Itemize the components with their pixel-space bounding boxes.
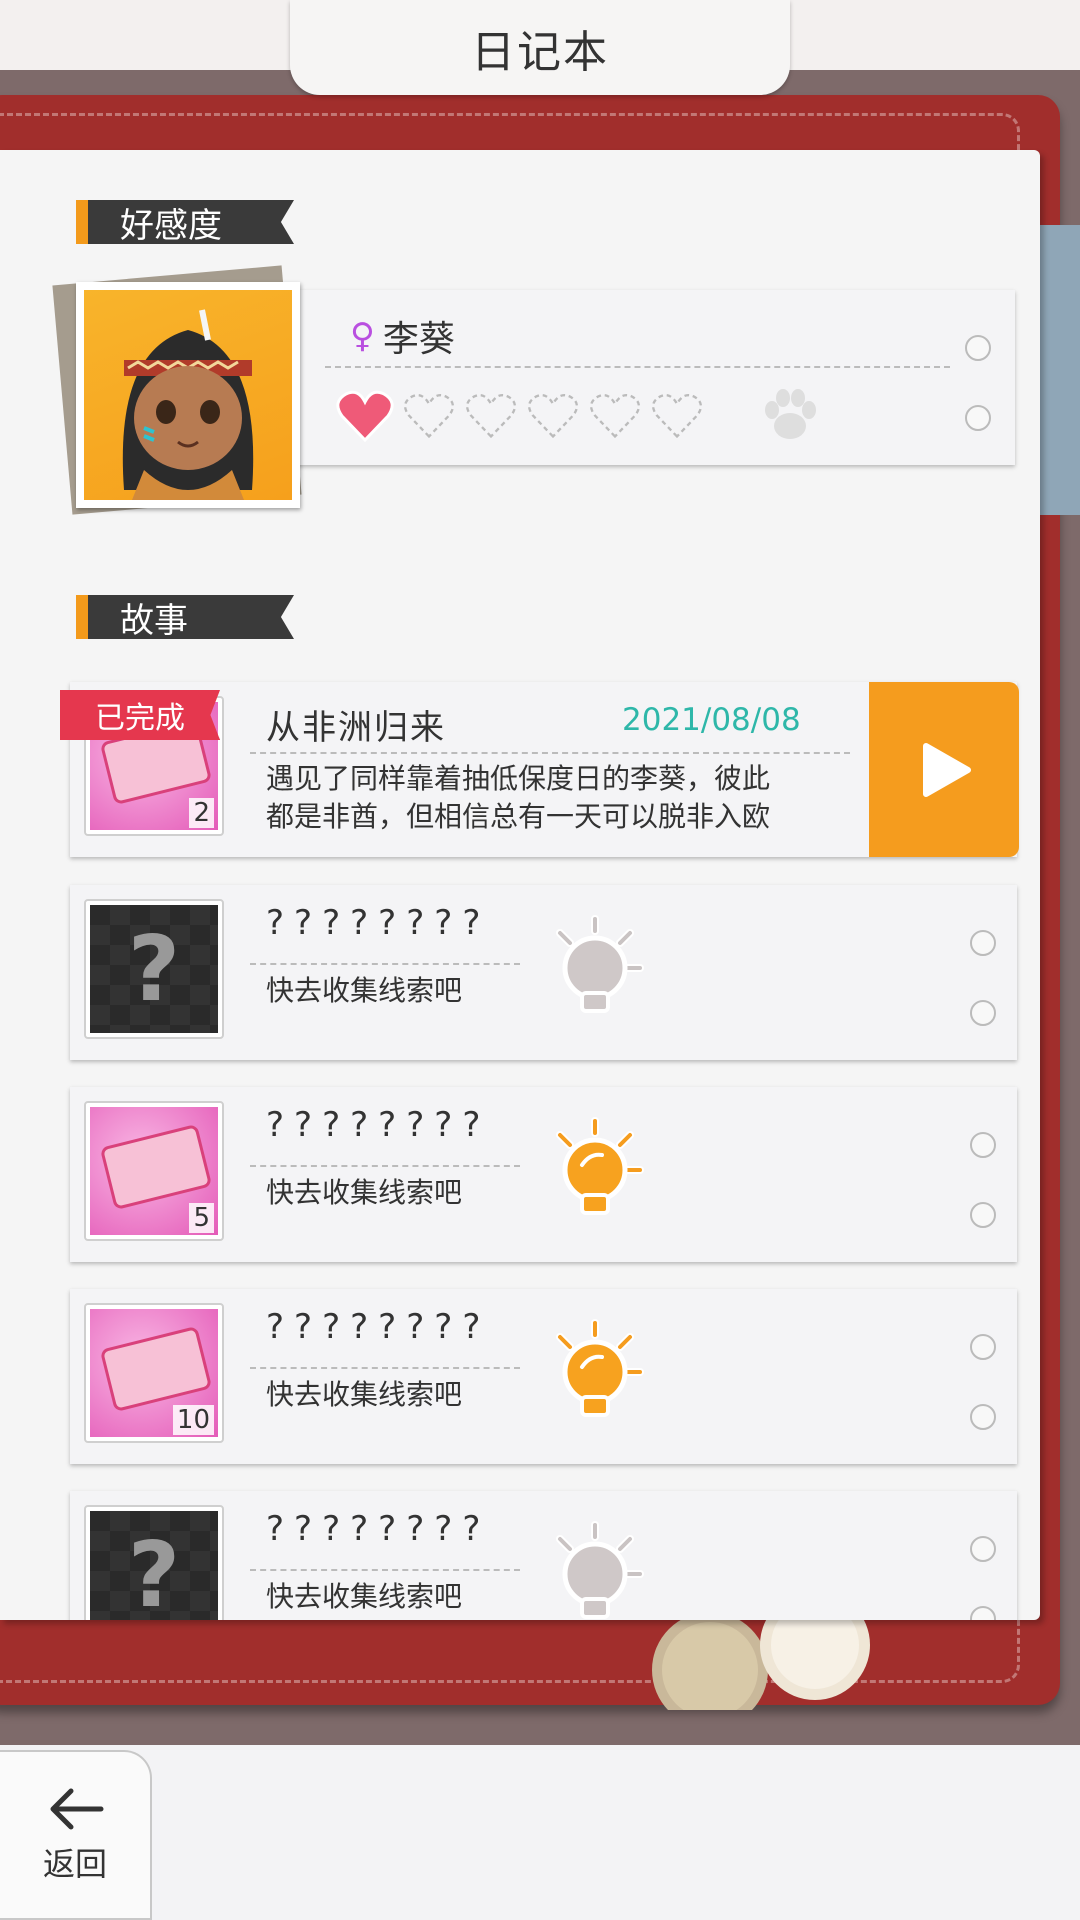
story-hint: 快去收集线索吧	[266, 974, 463, 1007]
ticket-count: 2	[189, 798, 214, 828]
story-hint: 快去收集线索吧	[266, 1378, 463, 1411]
story-item[interactable]: ? ???????? 快去收集线索吧	[70, 885, 1017, 1060]
binder-ring	[970, 1404, 996, 1430]
diary-page[interactable]: 好感度 ♀ 李葵 故事 2 从非洲归来 2021/08/08 遇见了同样靠着抽低…	[0, 150, 1040, 1620]
section-tag-affection: 好感度	[76, 200, 294, 244]
back-button[interactable]: 返回	[0, 1750, 152, 1920]
arrow-left-icon	[50, 1788, 104, 1830]
story-hint: 快去收集线索吧	[266, 1580, 463, 1613]
description-line: 都是非酋，但相信总有一天可以脱非入欧	[266, 800, 771, 833]
binder-ring	[965, 405, 991, 431]
heart-empty-icon	[403, 394, 455, 439]
binder-ring	[970, 1132, 996, 1158]
divider	[250, 752, 850, 754]
story-item[interactable]: 5 ???????? 快去收集线索吧	[70, 1087, 1017, 1262]
question-mark-icon: ?	[127, 1522, 181, 1621]
story-description: 遇见了同样靠着抽低保度日的李葵，彼此 都是非酋，但相信总有一天可以脱非入欧	[266, 760, 826, 836]
story-title: ????????	[266, 1509, 491, 1549]
lightbulb-orange-icon[interactable]	[540, 1115, 650, 1225]
character-portrait-icon	[122, 309, 254, 500]
heart-filled-icon	[336, 390, 394, 442]
completed-badge: 已完成	[60, 690, 220, 740]
binder-ring	[970, 1334, 996, 1360]
divider	[325, 366, 950, 368]
lightbulb-gray-icon[interactable]	[540, 1519, 650, 1620]
heart-empty-icon	[465, 394, 517, 439]
story-title: ????????	[266, 1307, 491, 1347]
binder-ring	[970, 1536, 996, 1562]
section-label: 好感度	[120, 205, 222, 246]
binder-ring	[970, 1202, 996, 1228]
story-hint: 快去收集线索吧	[266, 1176, 463, 1209]
character-name: 李葵	[382, 319, 455, 360]
binder-ring	[965, 335, 991, 361]
ticket-icon	[99, 1325, 213, 1413]
locked-image: ?	[90, 905, 218, 1033]
binder-ring	[970, 930, 996, 956]
back-label: 返回	[42, 1845, 107, 1883]
play-button[interactable]	[869, 682, 1019, 857]
ticket-icon	[99, 1123, 213, 1211]
story-date: 2021/08/08	[622, 702, 801, 738]
paw-icon[interactable]	[758, 382, 822, 446]
story-title: ????????	[266, 1105, 491, 1145]
ticket-image: 10	[90, 1309, 218, 1437]
avatar[interactable]	[76, 282, 300, 508]
story-thumbnail: 10	[84, 1303, 224, 1443]
avatar-portrait	[84, 290, 292, 500]
question-mark-icon: ?	[127, 916, 181, 1022]
story-thumbnail: ?	[84, 899, 224, 1039]
lightbulb-orange-icon[interactable]	[540, 1317, 650, 1427]
locked-image: ?	[90, 1511, 218, 1620]
story-thumbnail: 5	[84, 1101, 224, 1241]
binder-ring	[970, 1606, 996, 1620]
story-item[interactable]: ? ???????? 快去收集线索吧	[70, 1491, 1017, 1620]
section-tag-story: 故事	[76, 595, 294, 639]
heart-empty-icon	[651, 394, 703, 439]
story-title: ????????	[266, 903, 491, 943]
heart-meter	[336, 390, 704, 442]
binder-ring	[970, 1000, 996, 1026]
heart-empty-icon	[589, 394, 641, 439]
story-item[interactable]: 10 ???????? 快去收集线索吧	[70, 1289, 1017, 1464]
character-name-row: ♀ 李葵	[350, 310, 455, 362]
section-label: 故事	[120, 600, 188, 641]
page-title: 日记本	[290, 0, 790, 95]
ticket-image: 5	[90, 1107, 218, 1235]
female-icon: ♀	[350, 316, 375, 356]
divider	[250, 963, 520, 965]
play-icon	[923, 742, 971, 797]
ticket-count: 10	[172, 1405, 214, 1435]
ticket-count: 5	[189, 1203, 214, 1233]
divider	[250, 1165, 520, 1167]
bottom-bar	[0, 1745, 1080, 1920]
story-thumbnail: ?	[84, 1505, 224, 1620]
lightbulb-gray-icon[interactable]	[540, 913, 650, 1023]
heart-empty-icon	[527, 394, 579, 439]
divider	[250, 1367, 520, 1369]
divider	[250, 1569, 520, 1571]
story-title: 从非洲归来	[266, 708, 446, 748]
description-line: 遇见了同样靠着抽低保度日的李葵，彼此	[266, 762, 771, 795]
